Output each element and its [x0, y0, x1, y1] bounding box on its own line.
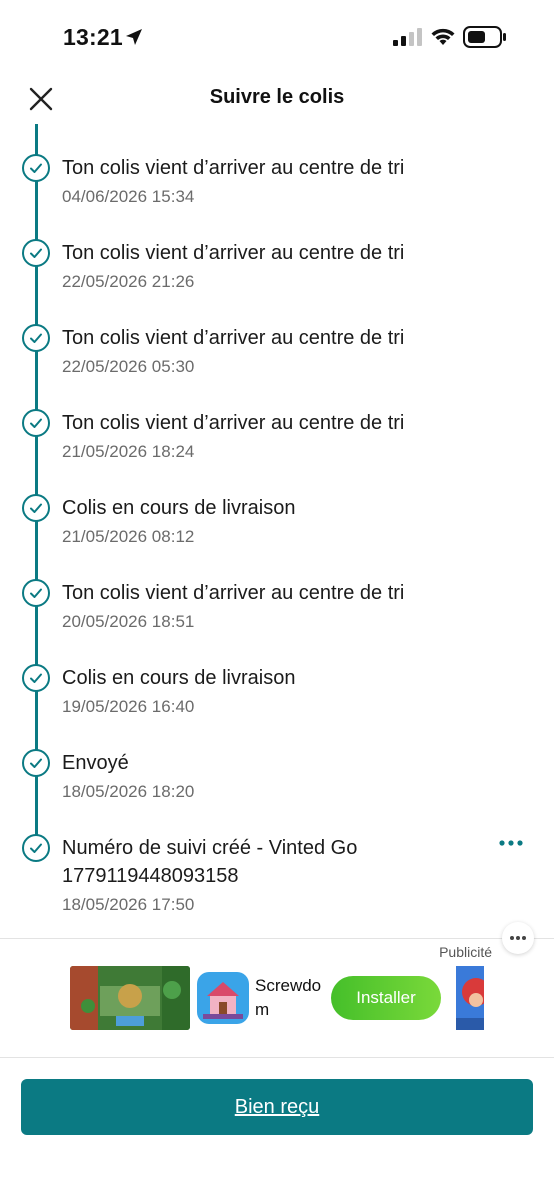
- ad-app-name[interactable]: Screwdom: [255, 974, 331, 1022]
- event-date: 19/05/2026 16:40: [62, 697, 195, 716]
- event-date: 21/05/2026 08:12: [62, 527, 195, 546]
- event-title: Envoyé: [62, 752, 129, 774]
- ad-label: Publicité: [439, 944, 492, 960]
- event-title: Ton colis vient d’arriver au centre de t…: [62, 412, 405, 434]
- check-circle-icon: [22, 324, 50, 352]
- wifi-icon: [431, 28, 455, 45]
- check-circle-icon: [22, 494, 50, 522]
- event-title: Numéro de suivi créé - Vinted Go: [62, 837, 358, 859]
- event-date: 20/05/2026 18:51: [62, 612, 195, 631]
- event-date: 22/05/2026 21:26: [62, 272, 195, 291]
- ad-app-icon[interactable]: [197, 972, 249, 1024]
- check-circle-icon: [22, 834, 50, 862]
- status-bar: 13:21: [0, 0, 554, 70]
- ad-banner[interactable]: Screwdom Installer: [70, 964, 484, 1032]
- confirm-received-button[interactable]: Bien reçu: [21, 1079, 533, 1135]
- ad-bottom-divider: [0, 1057, 554, 1058]
- cellular-signal-icon: [393, 28, 422, 46]
- event-title: Ton colis vient d’arriver au centre de t…: [62, 242, 405, 264]
- header: Suivre le colis: [0, 70, 554, 124]
- more-options-icon[interactable]: [497, 837, 525, 849]
- event-title: Ton colis vient d’arriver au centre de t…: [62, 157, 405, 179]
- check-circle-icon: [22, 154, 50, 182]
- check-circle-icon: [22, 239, 50, 267]
- event-date: 21/05/2026 18:24: [62, 442, 195, 461]
- check-circle-icon: [22, 579, 50, 607]
- tracking-timeline: Ton colis vient d’arriver au centre de t…: [0, 124, 554, 934]
- event-title: Colis en cours de livraison: [62, 497, 296, 519]
- timeline-line: [35, 124, 38, 849]
- event-title: Ton colis vient d’arriver au centre de t…: [62, 582, 405, 604]
- check-circle-icon: [22, 409, 50, 437]
- event-date: 04/06/2026 15:34: [62, 187, 195, 206]
- event-title: Ton colis vient d’arriver au centre de t…: [62, 327, 405, 349]
- ad-top-divider: [0, 938, 554, 939]
- event-date: 18/05/2026 18:20: [62, 782, 195, 801]
- event-date: 18/05/2026 17:50: [62, 895, 195, 914]
- ellipsis-icon: [510, 936, 526, 940]
- status-time: 13:21: [63, 24, 123, 50]
- ad-screenshot[interactable]: [70, 966, 190, 1030]
- page-title: Suivre le colis: [209, 86, 345, 108]
- ad-screenshot-partial[interactable]: [456, 966, 484, 1030]
- check-circle-icon: [22, 749, 50, 777]
- event-title: Colis en cours de livraison: [62, 667, 296, 689]
- tracking-number: 1779119448093158: [62, 865, 239, 887]
- event-date: 22/05/2026 05:30: [62, 357, 195, 376]
- ad-install-button[interactable]: Installer: [331, 976, 441, 1020]
- location-arrow-icon: [126, 29, 142, 45]
- check-circle-icon: [22, 664, 50, 692]
- ad-options-button[interactable]: [502, 922, 534, 954]
- battery-icon: [463, 26, 506, 48]
